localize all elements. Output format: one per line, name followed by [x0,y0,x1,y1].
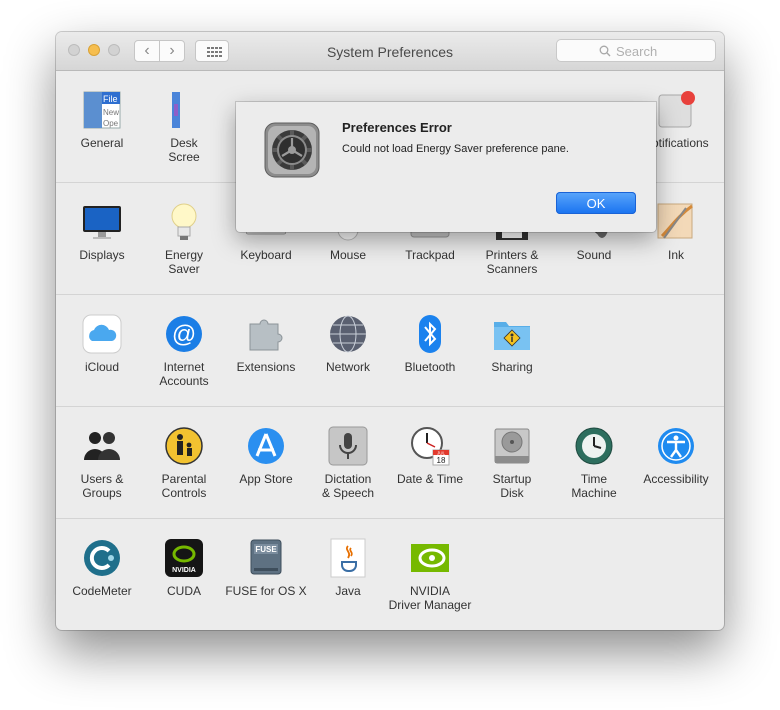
pane-label: Users & Groups [80,472,124,500]
pane-label: iCloud [84,360,120,374]
row-divider [56,406,724,407]
pane-label: Java [335,584,361,598]
nvidia-icon [410,538,450,578]
svg-text:@: @ [172,321,196,348]
java-icon [328,538,368,578]
puzzle-icon [246,314,286,354]
pane-label: Network [325,360,370,374]
pane-label: Mouse [329,248,367,262]
codemeter-icon [82,538,122,578]
search-placeholder: Search [616,44,658,59]
desktop-screen-saver-icon [164,90,204,130]
app-store-icon [246,426,286,466]
pane-label: Parental Controls [161,472,207,500]
pane-label: Dictation & Speech [321,472,375,500]
svg-text:File: File [103,94,118,104]
dialog-title: Preferences Error [342,120,452,135]
pane-label: Sound [576,248,612,262]
svg-text:Ope: Ope [103,119,119,128]
bluetooth-icon [410,314,450,354]
icloud-icon [82,314,122,354]
at-sign-icon: @ [164,314,204,354]
svg-text:New: New [103,108,119,117]
search-field[interactable]: Search [556,39,716,62]
dialog-message: Could not load Energy Saver preference p… [342,143,569,155]
pane-label: Displays [79,248,125,262]
pane-label: General [80,136,124,150]
globe-icon [328,314,368,354]
pane-label: Bluetooth [404,360,456,374]
preferences-error-dialog: Preferences Error Could not load Energy … [236,102,656,232]
pane-label: Ink [667,248,684,262]
title-bar: ‹ › System Preferences Search [56,32,724,71]
microphone-icon [328,426,368,466]
row-divider [56,518,724,519]
pane-label: Printers & Scanners [485,248,539,276]
pane-label: Energy Saver [164,248,204,276]
svg-text:FUSE: FUSE [255,545,277,554]
pane-label: CUDA [166,584,201,598]
system-preferences-window: ‹ › System Preferences Search File New Ope… [56,32,724,630]
pane-label: Startup Disk [492,472,532,500]
general-icon: File New Ope [82,90,122,130]
parental-controls-icon [164,426,204,466]
system-preferences-gear-icon [264,122,320,178]
svg-text:NVIDIA: NVIDIA [172,567,196,574]
time-machine-icon [574,426,614,466]
hard-disk-icon [492,426,532,466]
svg-text:18: 18 [437,456,446,465]
svg-text:JUL: JUL [437,451,445,456]
pane-label: Internet Accounts [159,360,209,388]
cuda-icon: NVIDIA [164,538,204,578]
pane-label: Extensions [236,360,296,374]
pane-label: Keyboard [240,248,292,262]
ink-icon [656,202,696,242]
search-icon [599,45,611,57]
pane-label: Time Machine [571,472,617,500]
pane-label: App Store [239,472,293,486]
fuse-icon: FUSE [246,538,286,578]
displays-icon [82,202,122,242]
sharing-folder-icon [492,314,532,354]
users-icon [82,426,122,466]
pane-label: Sharing [491,360,533,374]
pane-label: Date & Time [396,472,464,486]
pane-label: CodeMeter [72,584,132,598]
pane-label: Accessibility [643,472,709,486]
ok-button[interactable]: OK [556,192,636,214]
accessibility-icon [656,426,696,466]
energy-saver-icon [164,202,204,242]
pane-label: NVIDIA Driver Manager [388,584,472,612]
row-divider [56,294,724,295]
notifications-icon [656,90,696,130]
pane-label: FUSE for OS X [225,584,307,598]
clock-calendar-icon: JUL 18 [410,426,450,466]
pane-label: Desk Scree [168,136,200,164]
pane-label: Trackpad [405,248,455,262]
